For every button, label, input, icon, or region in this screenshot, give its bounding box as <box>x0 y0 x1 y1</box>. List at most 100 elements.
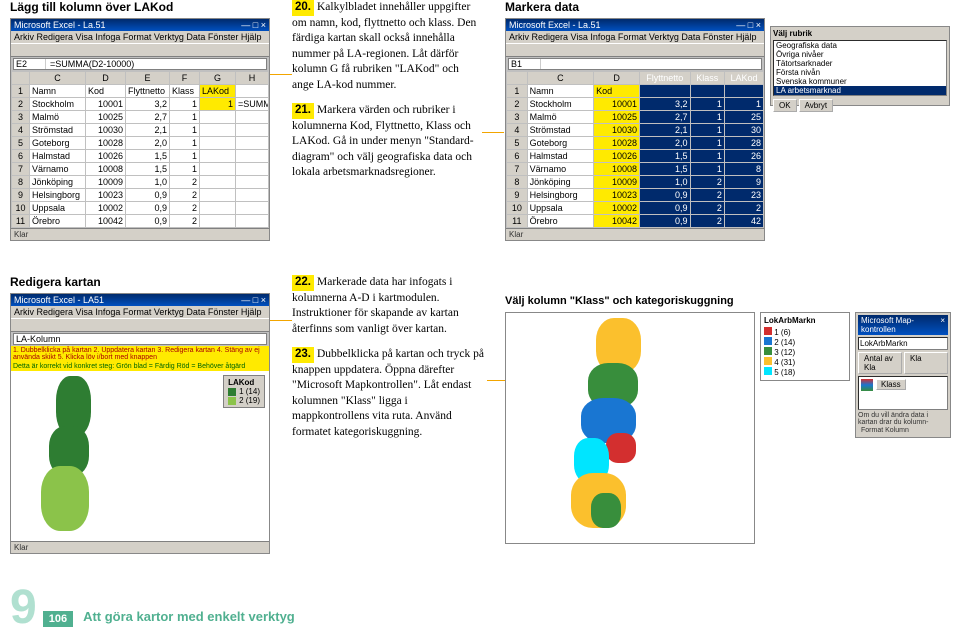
sweden-map-icon <box>41 376 101 536</box>
cell <box>236 163 269 176</box>
cell <box>200 202 236 215</box>
row-num: 1 <box>12 85 30 98</box>
cell: 10008 <box>86 163 126 176</box>
cell: 0,9 <box>126 215 170 228</box>
status-bar: Klar <box>11 228 269 240</box>
col-header-blank <box>12 72 30 85</box>
cell: =SUMMA(D2-10000) <box>236 98 269 111</box>
cell: Helsingborg <box>527 189 594 202</box>
col-header-sel: Flyttnetto <box>640 72 690 85</box>
map-canvas[interactable] <box>506 313 754 543</box>
dialog-title: Välj rubrik <box>773 29 947 38</box>
cell: 9 <box>724 176 763 189</box>
map-canvas[interactable]: LAKod 1 (14) 2 (19) <box>11 371 269 541</box>
cell: Stockholm <box>30 98 86 111</box>
cell: Uppsala <box>527 202 594 215</box>
col-header: D <box>86 72 126 85</box>
cell: Halmstad <box>527 150 594 163</box>
legend-item: 2 (19) <box>228 396 260 405</box>
step-20: 20.Kalkylbladet innehåller uppgifter om … <box>292 0 482 93</box>
cell <box>236 137 269 150</box>
column-chip[interactable]: Kla <box>904 352 948 374</box>
column-chip[interactable]: Antal av Kla <box>858 352 902 374</box>
cell: 10028 <box>594 137 640 150</box>
cell-ref: E2 <box>16 59 46 69</box>
screenshot-excel-selection: Microsoft Excel - La.51 — □ × Arkiv Redi… <box>505 18 765 241</box>
list-item[interactable]: Svenska kommuner <box>774 77 946 86</box>
legend-item: 1 (14) <box>228 387 260 396</box>
cell: 2 <box>690 176 724 189</box>
cell: 2,0 <box>126 137 170 150</box>
formula-bar: LA-Kolumn <box>13 333 267 345</box>
legend-title: LAKod <box>228 378 260 387</box>
map-control-dropzone[interactable]: Klass <box>858 376 948 410</box>
row-num: 5 <box>12 137 30 150</box>
cell: 0,9 <box>126 189 170 202</box>
cell: 28 <box>724 137 763 150</box>
cell: 1 <box>200 98 236 111</box>
window-controls: — □ × <box>241 20 266 30</box>
legend-item: 2 (14) <box>764 337 846 347</box>
sweden-map-icon <box>566 318 656 538</box>
row-num: 8 <box>12 176 30 189</box>
connector-line <box>270 74 292 75</box>
list-item[interactable]: Övriga nivåer <box>774 50 946 59</box>
screenshot-map-editor: Microsoft Excel - LA51 — □ × Arkiv Redig… <box>10 293 270 554</box>
formula-bar: B1 <box>508 58 762 70</box>
col-header-sel: Klass <box>690 72 724 85</box>
instruction-text-block-top: 20.Kalkylbladet innehåller uppgifter om … <box>292 0 482 191</box>
step-text: Dubbelklicka på kartan och tryck på knap… <box>292 348 484 438</box>
cell: 1 <box>170 124 200 137</box>
cell: 1 <box>170 111 200 124</box>
heading-add-lakod-column: Lägg till kolumn över LAKod <box>10 0 173 14</box>
window-titlebar: Microsoft Excel - La.51 — □ × <box>11 19 269 31</box>
cell: Örebro <box>527 215 594 228</box>
cell: 2 <box>170 215 200 228</box>
cell: Jönköping <box>30 176 86 189</box>
close-icon[interactable]: × <box>940 316 945 334</box>
cell <box>200 176 236 189</box>
window-title: Microsoft Excel - LA51 <box>14 295 104 305</box>
row-num: 2 <box>507 98 528 111</box>
window-titlebar: Microsoft Excel - La.51 — □ × <box>506 19 764 31</box>
list-item[interactable]: Första nivån <box>774 68 946 77</box>
page-footer: 9 106 Att göra kartor med enkelt verktyg <box>10 589 295 627</box>
cell <box>236 124 269 137</box>
cell: 1 <box>170 150 200 163</box>
cell: Namn <box>527 85 594 98</box>
cell: Malmö <box>30 111 86 124</box>
cell <box>236 189 269 202</box>
cell <box>236 111 269 124</box>
cell: Örebro <box>30 215 86 228</box>
cell <box>236 85 269 98</box>
list-item[interactable]: Tätortsarknader <box>774 59 946 68</box>
footer-labels: Format Kolumn <box>858 426 948 435</box>
step-21: 21.Markera värden och rubriker i kolumne… <box>292 103 482 181</box>
cell: 2 <box>690 202 724 215</box>
column-chip-klass[interactable]: Klass <box>876 379 906 390</box>
cell: Stockholm <box>527 98 594 111</box>
list-item-selected[interactable]: LA arbetsmarknad <box>774 86 946 95</box>
instruction-strip: 1. Dubbelklicka på kartan 2. Uppdatera k… <box>11 346 269 362</box>
cell: 10025 <box>86 111 126 124</box>
connector-line <box>487 380 505 381</box>
cell: 1,5 <box>640 163 690 176</box>
cell: 10023 <box>86 189 126 202</box>
list-item[interactable]: Geografiska data <box>774 41 946 50</box>
instruction-strip: Detta är korrekt vid konkret steg: Grön … <box>11 362 269 371</box>
row-num: 2 <box>12 98 30 111</box>
formula-bar: E2 =SUMMA(D2-10000) <box>13 58 267 70</box>
cell <box>236 215 269 228</box>
cell: 1 <box>690 150 724 163</box>
window-title: Microsoft Excel - La.51 <box>509 20 601 30</box>
cell: 2,1 <box>126 124 170 137</box>
screenshot-colored-map <box>505 312 755 544</box>
cell: 10042 <box>594 215 640 228</box>
dialog-list: Geografiska data Övriga nivåer Tätortsar… <box>773 40 947 96</box>
connector-line <box>270 320 292 321</box>
cell: 2 <box>690 189 724 202</box>
ok-button[interactable]: OK <box>773 99 797 112</box>
cancel-button[interactable]: Avbryt <box>799 99 834 112</box>
cell: 10026 <box>594 150 640 163</box>
cell: 10002 <box>594 202 640 215</box>
